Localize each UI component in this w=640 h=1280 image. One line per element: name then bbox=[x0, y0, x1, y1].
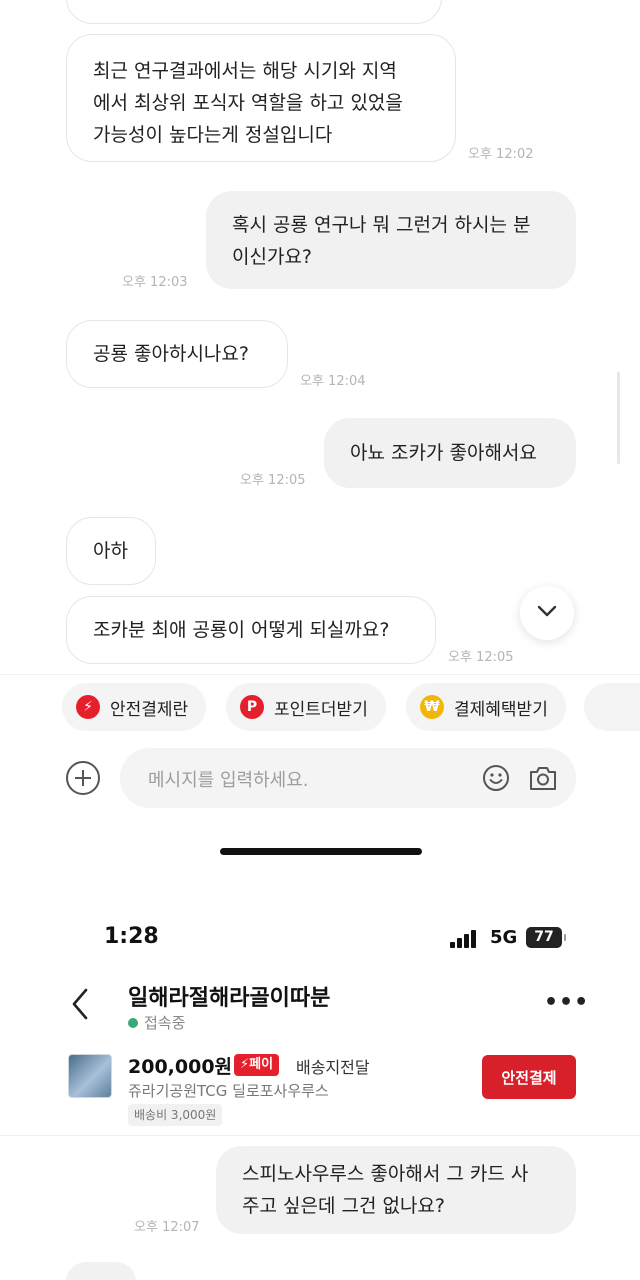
back-arrow-icon[interactable] bbox=[64, 984, 98, 1024]
camera-icon[interactable] bbox=[528, 764, 558, 792]
message-bubble-incoming: 아하 bbox=[66, 517, 156, 585]
message-line: 조카분 최애 공룡이 어떻게 되실까요? bbox=[93, 619, 390, 641]
presence-status: 접속중 bbox=[128, 1012, 185, 1033]
lightning-icon: ⚡ bbox=[76, 695, 100, 719]
message-timestamp: 오후 12:03 bbox=[122, 275, 188, 290]
more-options-icon[interactable]: ••• bbox=[544, 990, 588, 1015]
point-p-icon: P bbox=[240, 695, 264, 719]
message-timestamp: 오후 12:05 bbox=[240, 473, 306, 488]
message-line: 최근 연구결과에서는 해당 시기와 지역 bbox=[93, 60, 397, 82]
quick-action-points[interactable]: P 포인트더받기 bbox=[226, 683, 386, 731]
message-bubble-partial bbox=[66, 1262, 136, 1280]
attach-plus-button[interactable] bbox=[66, 761, 100, 795]
message-input-placeholder: 메시지를 입력하세요. bbox=[148, 770, 309, 791]
quick-action-safe-payment-info[interactable]: ⚡ 안전결제란 bbox=[62, 683, 207, 731]
scroll-to-bottom-button[interactable] bbox=[520, 586, 574, 640]
pay-badge: ⚡페이 bbox=[234, 1054, 280, 1076]
message-line: 이신가요? bbox=[232, 246, 313, 268]
message-timestamp: 오후 12:05 bbox=[448, 650, 514, 665]
shipping-fee-badge: 배송비 3,000원 bbox=[128, 1104, 223, 1126]
message-bubble-partial bbox=[66, 0, 442, 24]
delivery-method: 배송지전달 bbox=[296, 1058, 370, 1077]
message-line: 스피노사우루스 좋아해서 그 카드 사 bbox=[242, 1163, 529, 1185]
signal-icon bbox=[450, 930, 482, 948]
quick-action-payment-benefits[interactable]: ₩ 결제혜택받기 bbox=[406, 683, 566, 731]
message-line: 아하 bbox=[93, 540, 128, 562]
message-line: 공룡 좋아하시나요? bbox=[93, 343, 249, 365]
message-line: 주고 싶은데 그건 없나요? bbox=[242, 1195, 446, 1217]
emoji-icon[interactable] bbox=[482, 764, 510, 792]
chat-header: 일해라절해라골이따분 접속중 ••• bbox=[0, 970, 640, 1040]
message-line: 혹시 공룡 연구나 뭐 그런거 하시는 분 bbox=[232, 214, 531, 236]
message-bubble-outgoing: 혹시 공룡 연구나 뭐 그런거 하시는 분 이신가요? bbox=[206, 191, 576, 289]
product-price: 200,000원 bbox=[128, 1056, 233, 1078]
chip-label: 결제혜택받기 bbox=[454, 699, 548, 720]
network-type: 5G bbox=[490, 927, 518, 948]
quick-action-more[interactable] bbox=[584, 683, 640, 731]
message-bubble-outgoing: 스피노사우루스 좋아해서 그 카드 사 주고 싶은데 그건 없나요? bbox=[216, 1146, 576, 1234]
partner-name: 일해라절해라골이따분 bbox=[128, 986, 331, 1011]
status-bar: 1:28 5G 77 bbox=[0, 918, 640, 958]
quick-action-bar: ⚡ 안전결제란 P 포인트더받기 ₩ 결제혜택받기 bbox=[0, 674, 640, 738]
message-line: 가능성이 높다는게 정설입니다 bbox=[93, 124, 333, 146]
home-indicator bbox=[220, 848, 422, 855]
status-time: 1:28 bbox=[104, 924, 159, 949]
product-thumbnail[interactable] bbox=[68, 1054, 112, 1098]
presence-label: 접속중 bbox=[144, 1014, 186, 1032]
message-timestamp: 오후 12:04 bbox=[300, 374, 366, 389]
message-bubble-incoming: 최근 연구결과에서는 해당 시기와 지역 에서 최상위 포식자 역할을 하고 있… bbox=[66, 34, 456, 162]
message-bubble-incoming: 공룡 좋아하시나요? bbox=[66, 320, 288, 388]
battery-icon: 77 bbox=[526, 927, 566, 948]
chip-label: 포인트더받기 bbox=[274, 699, 368, 720]
won-coin-icon: ₩ bbox=[420, 695, 444, 719]
chevron-down-icon bbox=[537, 605, 557, 617]
scrollbar[interactable] bbox=[617, 372, 620, 464]
message-composer: 메시지를 입력하세요. bbox=[0, 742, 640, 812]
message-timestamp: 오후 12:07 bbox=[134, 1220, 200, 1235]
safe-payment-button[interactable]: 안전결제 bbox=[482, 1055, 576, 1099]
online-dot-icon bbox=[128, 1017, 138, 1028]
message-line: 에서 최상위 포식자 역할을 하고 있었을 bbox=[93, 92, 403, 114]
product-card[interactable]: 200,000원 ⚡페이 배송지전달 쥬라기공원TCG 딜로포사우루스 배송비 … bbox=[0, 1044, 640, 1136]
message-bubble-outgoing: 아뇨 조카가 좋아해서요 bbox=[324, 418, 576, 488]
message-timestamp: 오후 12:02 bbox=[468, 147, 534, 162]
chip-label: 안전결제란 bbox=[110, 699, 189, 720]
product-title: 쥬라기공원TCG 딜로포사우루스 bbox=[128, 1082, 329, 1100]
message-line: 아뇨 조카가 좋아해서요 bbox=[350, 442, 537, 464]
message-bubble-incoming: 조카분 최애 공룡이 어떻게 되실까요? bbox=[66, 596, 436, 664]
